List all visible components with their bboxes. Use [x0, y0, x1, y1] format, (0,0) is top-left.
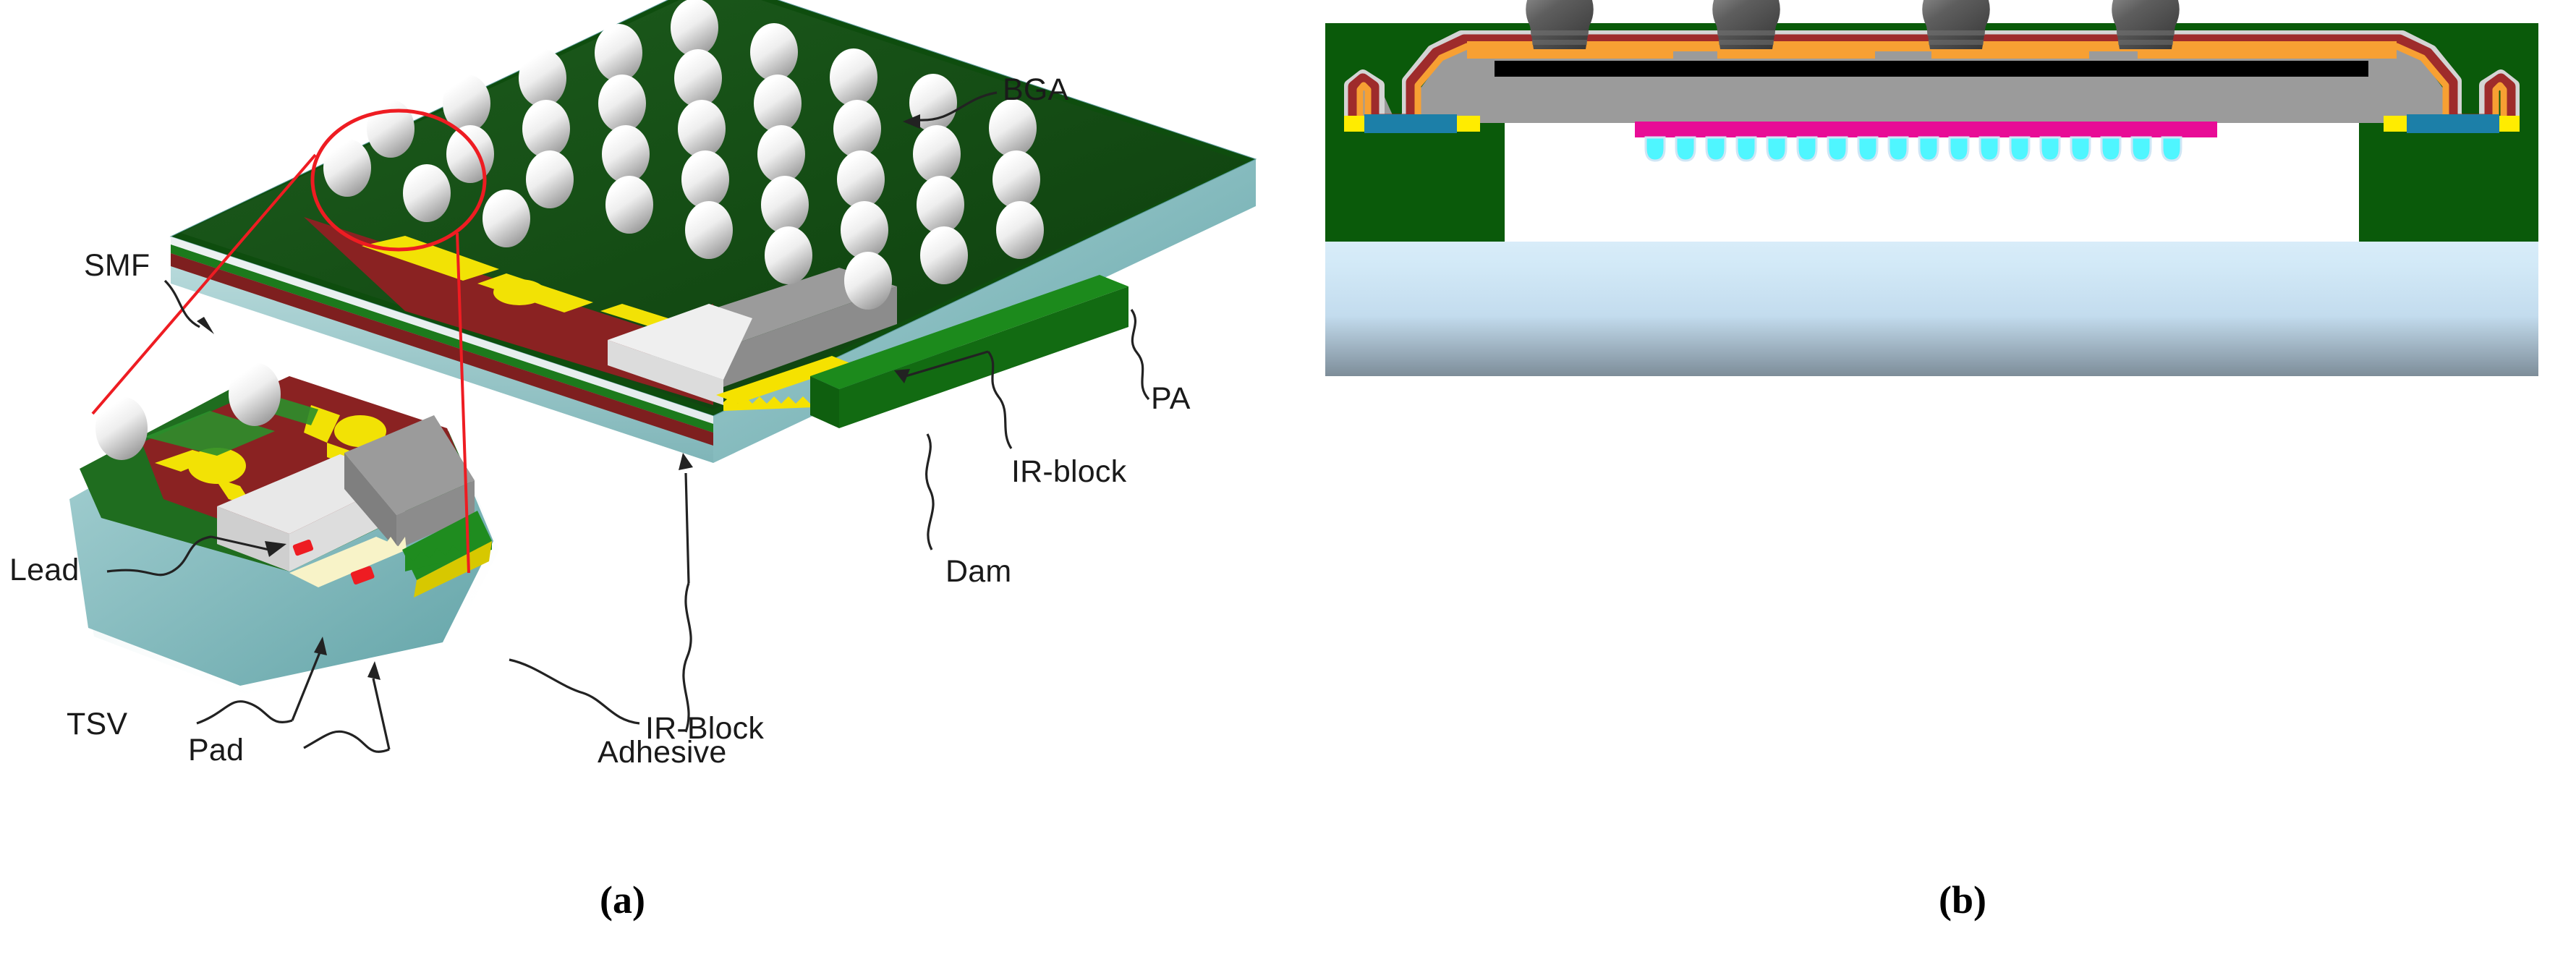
- bga-ball: [323, 139, 371, 197]
- lens: [2039, 136, 2061, 162]
- bga-ball: [837, 150, 885, 208]
- bga-ball: [598, 75, 646, 132]
- bga-ball: [2112, 0, 2180, 49]
- inset-bga-ball: [95, 396, 148, 460]
- lens: [1675, 136, 1696, 162]
- bga-ball: [674, 49, 722, 107]
- bga-ball: [602, 125, 650, 183]
- pad-left: [1364, 114, 1457, 133]
- bga-ball: [750, 23, 798, 81]
- lens: [1735, 136, 1757, 162]
- bga-ball: [761, 176, 809, 234]
- lens: [1705, 136, 1727, 162]
- label-dam: Dam: [945, 554, 1012, 589]
- lens: [1857, 136, 1879, 162]
- panel-a-3d-cutaway: BGA SMF Lead TSV Pad IR-Block Adhesive D…: [0, 0, 1288, 957]
- bga-ball: [841, 201, 888, 259]
- bga-ball: [678, 100, 726, 158]
- lens: [2100, 136, 2122, 162]
- bga-ball: [992, 150, 1040, 208]
- ir-block-layer: [1495, 61, 2368, 77]
- lens: [2009, 136, 2031, 162]
- bga-ball: [833, 100, 881, 158]
- lens: [1948, 136, 1970, 162]
- label-pa: PA: [1151, 381, 1191, 416]
- bga-ball: [996, 201, 1044, 259]
- rdl-pad: [1931, 48, 2089, 59]
- bga-ball: [1712, 0, 1780, 49]
- bga-ball: [765, 226, 812, 284]
- subcaption-a: (a): [600, 878, 645, 922]
- lens-array: [1644, 136, 2182, 162]
- lens: [1644, 136, 1666, 162]
- pad-right: [2407, 114, 2499, 133]
- leader-pad: [303, 730, 390, 753]
- lens: [1766, 136, 1788, 162]
- leader-ir-block-inset: [509, 658, 640, 725]
- bga-ball: [403, 164, 451, 222]
- bga-ball: [920, 226, 968, 284]
- lens: [2161, 136, 2182, 162]
- lens: [2070, 136, 2091, 162]
- bga-ball: [1922, 0, 1990, 49]
- bga-ball: [519, 49, 566, 107]
- bga-ball: [605, 176, 653, 234]
- panel-b-cross-section: Glass Dam/SMF Lens Passivation IR block: [1288, 0, 2576, 957]
- lens: [1887, 136, 1909, 162]
- lens: [1918, 136, 1939, 162]
- inset-bga-ball: [229, 362, 281, 426]
- bga-ball: [754, 75, 802, 132]
- bga-ball: [913, 125, 961, 183]
- leader-adhesive-2: [684, 472, 690, 584]
- rdl-pad: [1467, 48, 1673, 59]
- subcaption-b: (b): [1939, 878, 1986, 922]
- bga-ball: [989, 99, 1037, 157]
- bga-ball: [681, 150, 729, 208]
- leader-tsv: [196, 700, 293, 725]
- label-ir-block: IR-block: [1011, 454, 1127, 489]
- bga-ball: [526, 150, 574, 208]
- rdl-pad: [2138, 48, 2397, 59]
- rdl-pad: [1717, 48, 1875, 59]
- bga-ball: [830, 48, 877, 106]
- bga-ball: [483, 190, 530, 247]
- leader-pad-2: [372, 678, 391, 750]
- cross-section-illustration: [1325, 0, 2538, 376]
- lens: [1796, 136, 1818, 162]
- label-lead: Lead: [9, 553, 80, 587]
- color-filter-layer: [1635, 122, 2217, 137]
- lead-pad-round: [493, 279, 545, 305]
- label-bga: BGA: [1003, 72, 1069, 107]
- bga-ball: [367, 100, 415, 158]
- bga-ball: [844, 252, 892, 310]
- lens: [1978, 136, 2000, 162]
- bga-ball: [685, 201, 733, 259]
- leader-dam: [925, 433, 935, 550]
- leader-pa: [1130, 309, 1150, 401]
- bga-ball: [917, 176, 964, 234]
- label-adhesive: Adhesive: [598, 735, 727, 770]
- bga-ball: [595, 24, 642, 82]
- lens: [1827, 136, 1848, 162]
- label-tsv: TSV: [67, 707, 128, 741]
- bga-ball: [1526, 0, 1594, 49]
- leader-adhesive: [682, 582, 692, 733]
- bga-ball: [671, 0, 718, 56]
- bga-ball: [446, 125, 494, 183]
- label-smf: SMF: [84, 248, 150, 283]
- magnified-detail-inset: [69, 362, 499, 694]
- bga-ball: [522, 100, 570, 158]
- glass-substrate: [1325, 242, 2538, 376]
- bga-ball: [757, 125, 805, 183]
- label-pad: Pad: [188, 733, 245, 767]
- lens: [2130, 136, 2152, 162]
- panel-a-illustration: [69, 0, 1257, 753]
